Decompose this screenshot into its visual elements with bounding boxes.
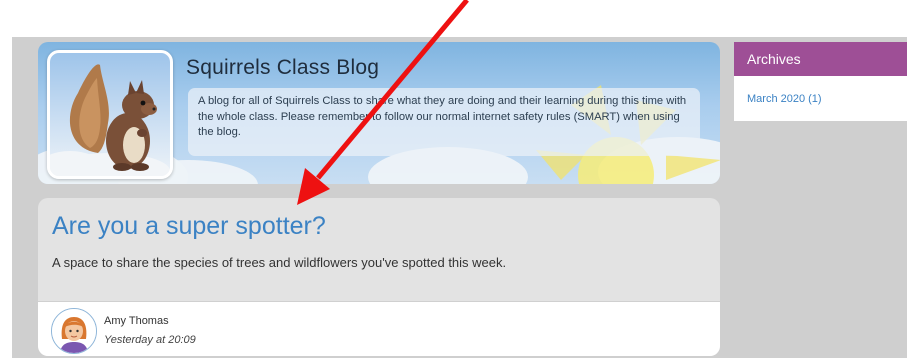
post-title-link[interactable]: Are you a super spotter? xyxy=(52,212,326,241)
blog-avatar xyxy=(47,50,173,179)
archives-heading: Archives xyxy=(734,42,907,76)
post-summary: A space to share the species of trees an… xyxy=(52,255,507,270)
author-avatar[interactable] xyxy=(51,308,97,354)
post-timestamp: Yesterday at 20:09 xyxy=(104,334,196,346)
archive-link-march-2020[interactable]: March 2020 (1) xyxy=(747,93,822,105)
blog-header: Squirrels Class Blog A blog for all of S… xyxy=(38,42,720,184)
author-name[interactable]: Amy Thomas xyxy=(104,315,169,327)
post-card[interactable]: Are you a super spotter? A space to shar… xyxy=(38,198,720,356)
blog-title: Squirrels Class Blog xyxy=(186,56,380,79)
archives-widget: Archives March 2020 (1) xyxy=(734,42,907,121)
post-footer: Amy Thomas Yesterday at 20:09 xyxy=(38,301,720,356)
blog-description: A blog for all of Squirrels Class to sha… xyxy=(188,88,700,156)
user-avatar-icon xyxy=(52,309,96,353)
squirrel-icon xyxy=(50,64,170,176)
